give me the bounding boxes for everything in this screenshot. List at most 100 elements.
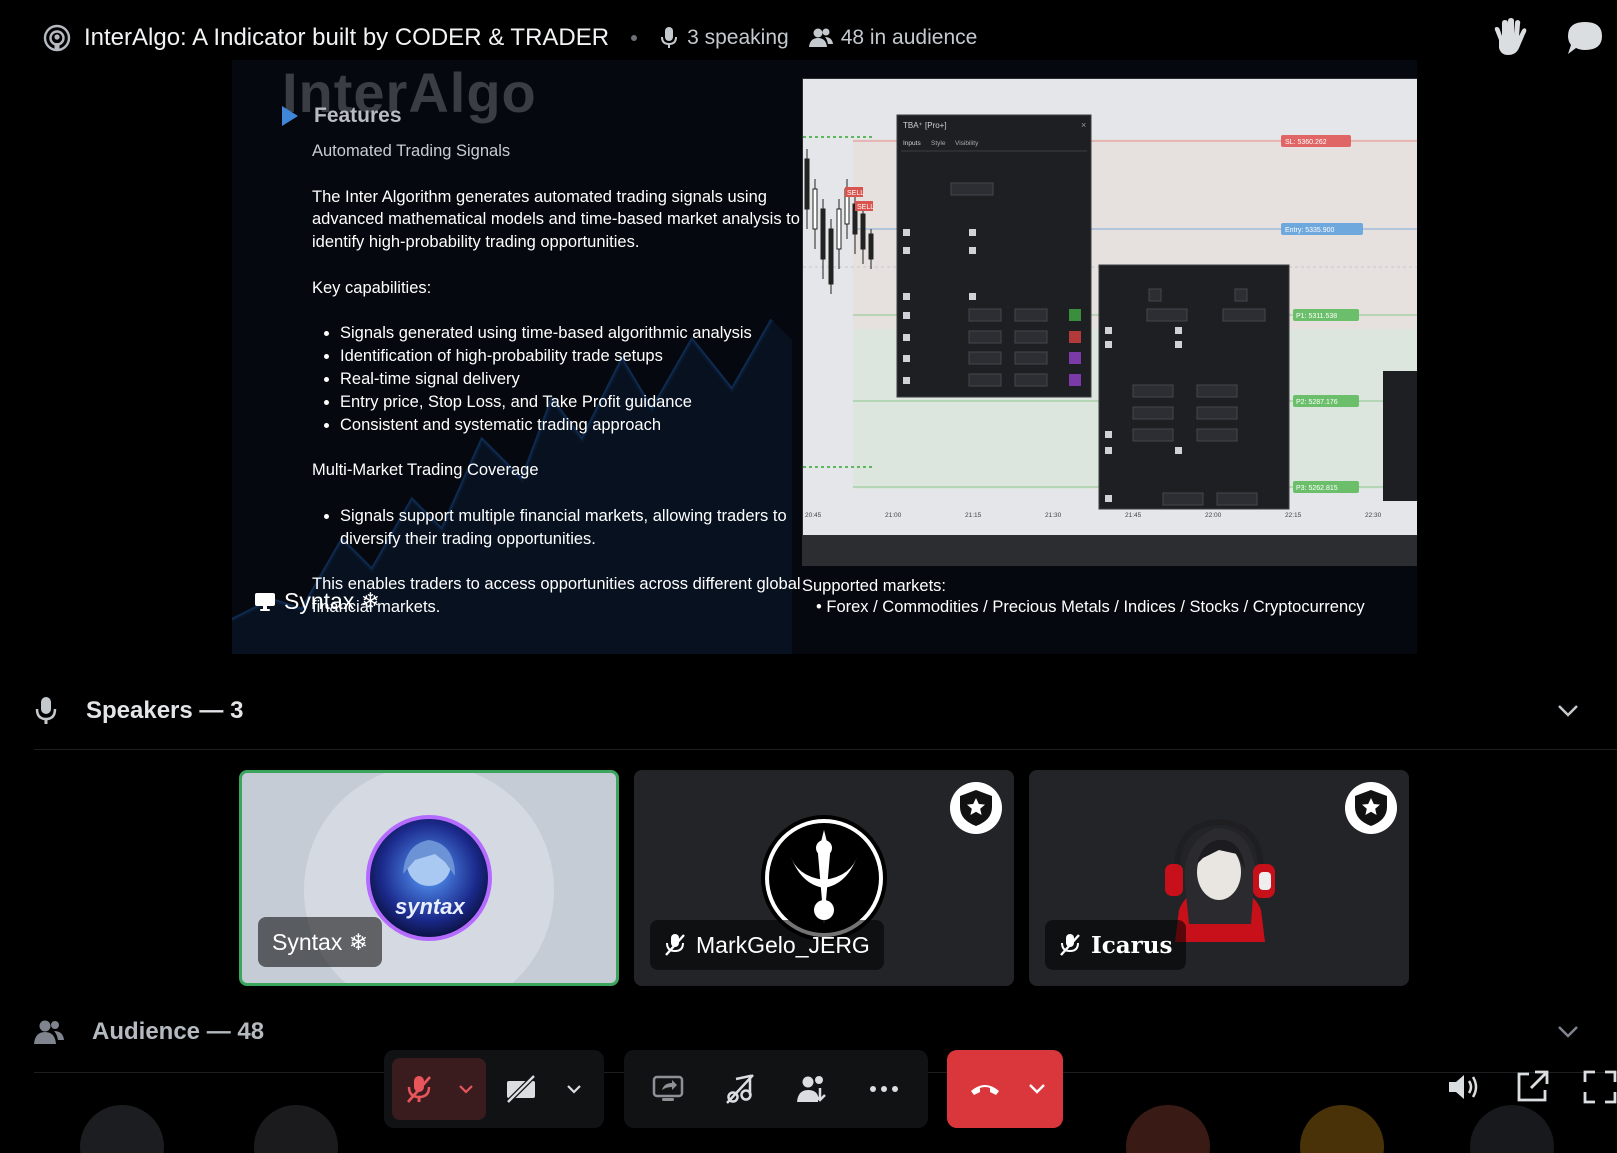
raise-hand-icon[interactable]	[1489, 18, 1529, 58]
audience-text: 48 in audience	[840, 26, 978, 49]
chevron-down-icon[interactable]	[459, 1084, 473, 1094]
more-options-button[interactable]	[853, 1058, 915, 1120]
time-tick: 21:30	[1045, 512, 1062, 519]
mic-icon	[661, 27, 678, 48]
time-tick: 21:45	[1125, 512, 1142, 519]
speaking-text: 3 speaking	[687, 26, 789, 49]
activity-controls	[624, 1050, 928, 1128]
chevron-down-icon[interactable]	[1029, 1084, 1045, 1094]
time-tick: 21:15	[965, 512, 982, 519]
play-triangle-icon	[282, 106, 298, 126]
moderator-badge-icon	[950, 782, 1002, 834]
audience-heading: Audience — 48	[92, 1018, 265, 1045]
popout-icon[interactable]	[1515, 1070, 1549, 1104]
people-icon	[34, 1020, 64, 1044]
multi-market-list: Signals support multiple financial marke…	[340, 505, 802, 551]
screen-share-button[interactable]	[637, 1058, 699, 1120]
tp1-label: P1: 5311.538	[1296, 313, 1337, 320]
supported-markets: Supported markets: • Forex / Commodities…	[802, 576, 1365, 618]
invite-speaker-icon	[797, 1076, 826, 1102]
mic-toggle-button[interactable]	[392, 1058, 487, 1120]
speaker-name-pill: Icarus	[1045, 920, 1187, 970]
speakers-section-header[interactable]: Speakers — 3	[34, 696, 1617, 726]
chat-bubble-icon[interactable]	[1567, 21, 1603, 55]
output-controls	[1447, 1070, 1617, 1104]
list-item: Consistent and systematic trading approa…	[340, 414, 802, 437]
soundboard-muted-icon	[726, 1074, 754, 1104]
camera-off-icon	[506, 1075, 536, 1103]
speaker-name: MarkGelo_JERG	[696, 931, 870, 958]
volume-icon[interactable]	[1447, 1072, 1481, 1102]
panel-tab: Visibility	[955, 140, 979, 147]
avatar[interactable]	[80, 1105, 164, 1153]
time-tick: 22:15	[1285, 512, 1302, 519]
avatar[interactable]	[254, 1105, 338, 1153]
avatar[interactable]	[1470, 1105, 1554, 1153]
mic-muted-icon	[1060, 934, 1080, 956]
mic-muted-icon	[665, 934, 685, 956]
chevron-down-icon[interactable]	[1557, 704, 1579, 718]
stage-header: InterAlgo: A Indicator built by CODER & …	[0, 0, 1617, 76]
features-heading: Features	[282, 104, 402, 128]
list-item: Entry price, Stop Loss, and Take Profit …	[340, 391, 802, 414]
speaker-tile[interactable]: Icarus	[1029, 770, 1409, 986]
speaker-name: Icarus	[1091, 931, 1173, 959]
monitor-icon	[255, 592, 275, 611]
mic-icon	[35, 697, 57, 724]
features-title: Features	[314, 104, 402, 127]
panel-title: TBA⁺ [Pro+]	[903, 121, 947, 130]
list-item: Real-time signal delivery	[340, 368, 802, 391]
list-item: Signals generated using time-based algor…	[340, 322, 802, 345]
speaking-count: 3 speaking	[659, 26, 789, 50]
tp3-label: P3: 5262.815	[1296, 485, 1338, 492]
trading-chart-screenshot: SELL SELL SL: 5360.262 Entry: 5335.900 P…	[802, 78, 1417, 566]
speaker-name: Syntax ❄	[272, 928, 368, 955]
stage-icon	[43, 24, 71, 52]
entry-label: Entry: 5335.900	[1285, 227, 1335, 234]
header-actions	[1489, 18, 1603, 58]
closing-text: This enables traders to access opportuni…	[312, 575, 801, 616]
multi-market-label: Multi-Market Trading Coverage	[312, 461, 539, 480]
speaker-name-pill: MarkGelo_JERG	[650, 920, 884, 970]
avatar[interactable]	[1300, 1105, 1384, 1153]
audience-section-header[interactable]: Audience — 48	[34, 1018, 1617, 1046]
soundboard-button[interactable]	[709, 1058, 771, 1120]
invite-to-speak-button[interactable]	[781, 1058, 843, 1120]
speaker-tile[interactable]: MarkGelo_JERG	[634, 770, 1014, 986]
more-icon	[870, 1086, 898, 1092]
speaker-tile[interactable]: syntax Syntax ❄	[239, 770, 619, 986]
section-divider	[34, 749, 1617, 750]
slide-subheading: Automated Trading Signals	[312, 142, 511, 160]
panel-tab: Style	[931, 140, 946, 147]
time-tick: 21:00	[885, 512, 902, 519]
key-capabilities-label: Key capabilities:	[312, 278, 432, 297]
speaker-name-pill: Syntax ❄	[258, 917, 382, 967]
stream-presenter-tag: Syntax ❄	[254, 588, 380, 615]
supported-list-row: • Forex / Commodities / Precious Metals …	[816, 598, 1365, 616]
capabilities-list: Signals generated using time-based algor…	[340, 322, 802, 436]
chevron-down-icon[interactable]	[1557, 1025, 1579, 1039]
screenshot-bottom-bar	[803, 535, 1417, 565]
leave-phone-icon	[971, 1085, 999, 1095]
leave-stage-button[interactable]	[947, 1050, 1063, 1128]
speakers-heading: Speakers — 3	[86, 697, 244, 724]
slide-text: Automated Trading Signals The Inter Algo…	[312, 140, 802, 619]
screen-share-icon	[652, 1075, 684, 1101]
supported-label: Supported markets:	[802, 577, 946, 595]
chevron-down-icon[interactable]	[567, 1084, 581, 1094]
screen-share-stream[interactable]: InterAlgo Features Automated Trading Sig…	[232, 60, 1417, 654]
people-icon	[808, 28, 833, 47]
svg-text:syntax: syntax	[395, 894, 465, 919]
fullscreen-icon[interactable]	[1583, 1070, 1617, 1104]
time-tick: 22:00	[1205, 512, 1222, 519]
panel-tab: Inputs	[903, 140, 921, 147]
tp2-label: P2: 5287.176	[1296, 399, 1338, 406]
avatar: syntax	[365, 814, 493, 942]
stage-title: InterAlgo: A Indicator built by CODER & …	[84, 24, 610, 51]
slide-paragraph: The Inter Algorithm generates automated …	[312, 187, 800, 252]
supported-list: Forex / Commodities / Precious Metals / …	[826, 598, 1365, 616]
avatar[interactable]	[1126, 1105, 1210, 1153]
moderator-badge-icon	[1345, 782, 1397, 834]
svg-text:×: ×	[1081, 120, 1086, 130]
camera-toggle-button[interactable]	[490, 1058, 596, 1120]
